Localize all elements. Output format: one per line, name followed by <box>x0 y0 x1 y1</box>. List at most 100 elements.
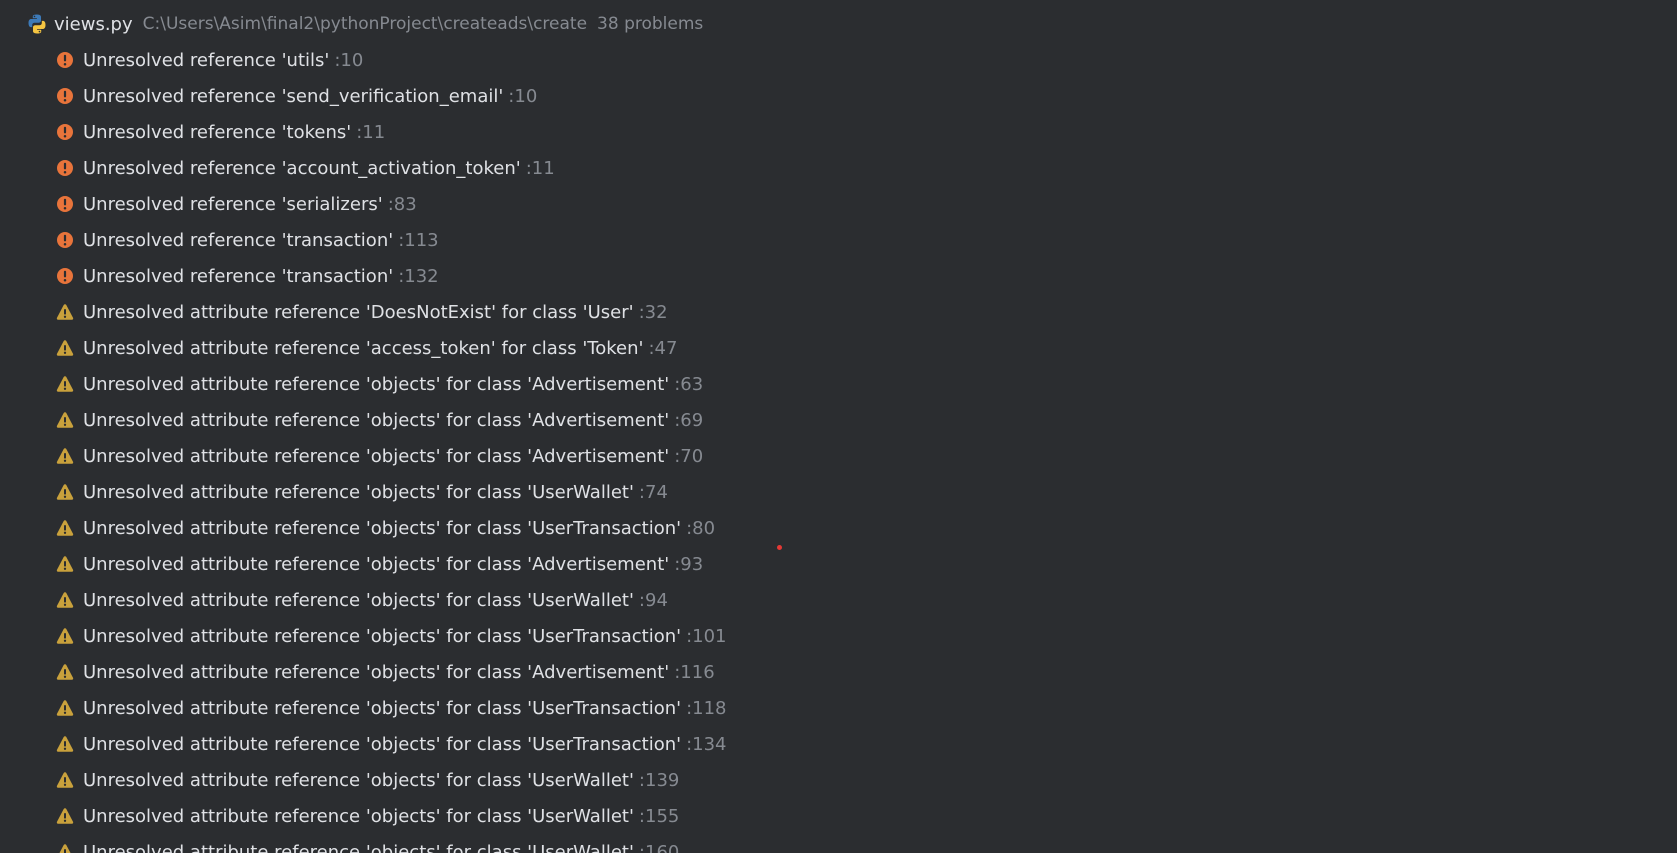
problem-message: Unresolved attribute reference 'objects'… <box>83 409 670 431</box>
warning-icon <box>56 339 74 357</box>
problem-message: Unresolved reference 'serializers' <box>83 193 383 215</box>
problem-line-number: :93 <box>674 553 704 575</box>
problem-row[interactable]: Unresolved attribute reference 'objects'… <box>0 366 1677 402</box>
problem-row[interactable]: Unresolved reference 'send_verification_… <box>0 78 1677 114</box>
problem-message: Unresolved attribute reference 'objects'… <box>83 733 682 755</box>
problem-row[interactable]: Unresolved attribute reference 'DoesNotE… <box>0 294 1677 330</box>
problem-message: Unresolved attribute reference 'objects'… <box>83 373 670 395</box>
problem-row[interactable]: Unresolved attribute reference 'objects'… <box>0 798 1677 834</box>
warning-icon <box>56 447 74 465</box>
problem-message: Unresolved attribute reference 'objects'… <box>83 589 634 611</box>
warning-icon <box>56 699 74 717</box>
problem-row[interactable]: Unresolved reference 'utils':10 <box>0 42 1677 78</box>
warning-icon <box>56 519 74 537</box>
problem-line-number: :32 <box>638 301 668 323</box>
problem-message: Unresolved reference 'account_activation… <box>83 157 521 179</box>
problem-line-number: :63 <box>674 373 704 395</box>
problem-message: Unresolved reference 'transaction' <box>83 265 394 287</box>
problem-row[interactable]: Unresolved attribute reference 'objects'… <box>0 690 1677 726</box>
warning-icon <box>56 843 74 853</box>
problem-message: Unresolved attribute reference 'objects'… <box>83 697 682 719</box>
problem-row[interactable]: Unresolved attribute reference 'objects'… <box>0 726 1677 762</box>
problem-row[interactable]: Unresolved attribute reference 'objects'… <box>0 582 1677 618</box>
error-icon <box>56 231 74 249</box>
problem-message: Unresolved attribute reference 'objects'… <box>83 769 634 791</box>
problem-line-number: :113 <box>398 229 439 251</box>
file-node[interactable]: views.py C:\Users\Asim\final2\pythonProj… <box>26 10 703 38</box>
problem-line-number: :10 <box>508 85 538 107</box>
problem-row[interactable]: Unresolved reference 'tokens':11 <box>0 114 1677 150</box>
warning-icon <box>56 663 74 681</box>
error-icon <box>56 51 74 69</box>
problem-message: Unresolved reference 'send_verification_… <box>83 85 504 107</box>
problem-message: Unresolved attribute reference 'objects'… <box>83 805 634 827</box>
problem-row[interactable]: Unresolved attribute reference 'objects'… <box>0 834 1677 853</box>
problem-list: Unresolved reference 'utils':10 Unresolve… <box>0 42 1677 853</box>
error-icon <box>56 87 74 105</box>
problem-line-number: :83 <box>387 193 417 215</box>
problem-line-number: :11 <box>356 121 386 143</box>
warning-icon <box>56 807 74 825</box>
problem-line-number: :70 <box>674 445 704 467</box>
problem-message: Unresolved reference 'tokens' <box>83 121 352 143</box>
error-icon <box>56 159 74 177</box>
warning-icon <box>56 483 74 501</box>
problem-row[interactable]: Unresolved reference 'transaction':132 <box>0 258 1677 294</box>
problem-count: 38 problems <box>597 14 704 34</box>
problem-line-number: :69 <box>674 409 704 431</box>
problem-row[interactable]: Unresolved attribute reference 'objects'… <box>0 438 1677 474</box>
problem-line-number: :155 <box>638 805 680 827</box>
problem-line-number: :80 <box>686 517 716 539</box>
warning-icon <box>56 555 74 573</box>
error-icon <box>56 123 74 141</box>
warning-icon <box>56 627 74 645</box>
problem-row[interactable]: Unresolved attribute reference 'objects'… <box>0 618 1677 654</box>
problem-row[interactable]: Unresolved attribute reference 'objects'… <box>0 510 1677 546</box>
problem-row[interactable]: Unresolved attribute reference 'objects'… <box>0 546 1677 582</box>
error-icon <box>56 267 74 285</box>
problem-message: Unresolved attribute reference 'objects'… <box>83 445 670 467</box>
problem-line-number: :94 <box>638 589 668 611</box>
problem-line-number: :118 <box>686 697 727 719</box>
problems-panel: views.py C:\Users\Asim\final2\pythonProj… <box>0 0 1677 853</box>
problem-row[interactable]: Unresolved reference 'account_activation… <box>0 150 1677 186</box>
problem-row[interactable]: Unresolved reference 'transaction':113 <box>0 222 1677 258</box>
problem-message: Unresolved attribute reference 'objects'… <box>83 481 634 503</box>
problem-line-number: :160 <box>638 841 680 853</box>
problem-line-number: :116 <box>674 661 715 683</box>
warning-icon <box>56 411 74 429</box>
problem-row[interactable]: Unresolved attribute reference 'objects'… <box>0 654 1677 690</box>
problem-message: Unresolved attribute reference 'access_t… <box>83 337 644 359</box>
problem-message: Unresolved attribute reference 'objects'… <box>83 553 670 575</box>
error-icon <box>56 195 74 213</box>
problem-row[interactable]: Unresolved attribute reference 'objects'… <box>0 402 1677 438</box>
problem-message: Unresolved attribute reference 'objects'… <box>83 661 670 683</box>
problem-message: Unresolved attribute reference 'objects'… <box>83 841 634 853</box>
python-icon <box>26 13 48 35</box>
problem-row[interactable]: Unresolved reference 'serializers':83 <box>0 186 1677 222</box>
problem-row[interactable]: Unresolved attribute reference 'access_t… <box>0 330 1677 366</box>
warning-icon <box>56 735 74 753</box>
warning-icon <box>56 375 74 393</box>
problem-message: Unresolved attribute reference 'objects'… <box>83 625 682 647</box>
problem-row[interactable]: Unresolved attribute reference 'objects'… <box>0 474 1677 510</box>
warning-icon <box>56 591 74 609</box>
file-name: views.py <box>54 13 133 35</box>
problem-line-number: :74 <box>638 481 668 503</box>
warning-icon <box>56 303 74 321</box>
problem-line-number: :11 <box>525 157 555 179</box>
problem-line-number: :101 <box>686 625 727 647</box>
problem-message: Unresolved reference 'utils' <box>83 49 330 71</box>
problem-message: Unresolved reference 'transaction' <box>83 229 394 251</box>
problem-message: Unresolved attribute reference 'DoesNotE… <box>83 301 634 323</box>
problem-line-number: :132 <box>398 265 439 287</box>
file-path: C:\Users\Asim\final2\pythonProject\creat… <box>142 14 588 34</box>
warning-icon <box>56 771 74 789</box>
problem-line-number: :47 <box>648 337 678 359</box>
problem-line-number: :10 <box>334 49 364 71</box>
problem-line-number: :134 <box>686 733 727 755</box>
problem-line-number: :139 <box>638 769 680 791</box>
problem-message: Unresolved attribute reference 'objects'… <box>83 517 682 539</box>
red-dot-marker <box>777 545 782 550</box>
problem-row[interactable]: Unresolved attribute reference 'objects'… <box>0 762 1677 798</box>
